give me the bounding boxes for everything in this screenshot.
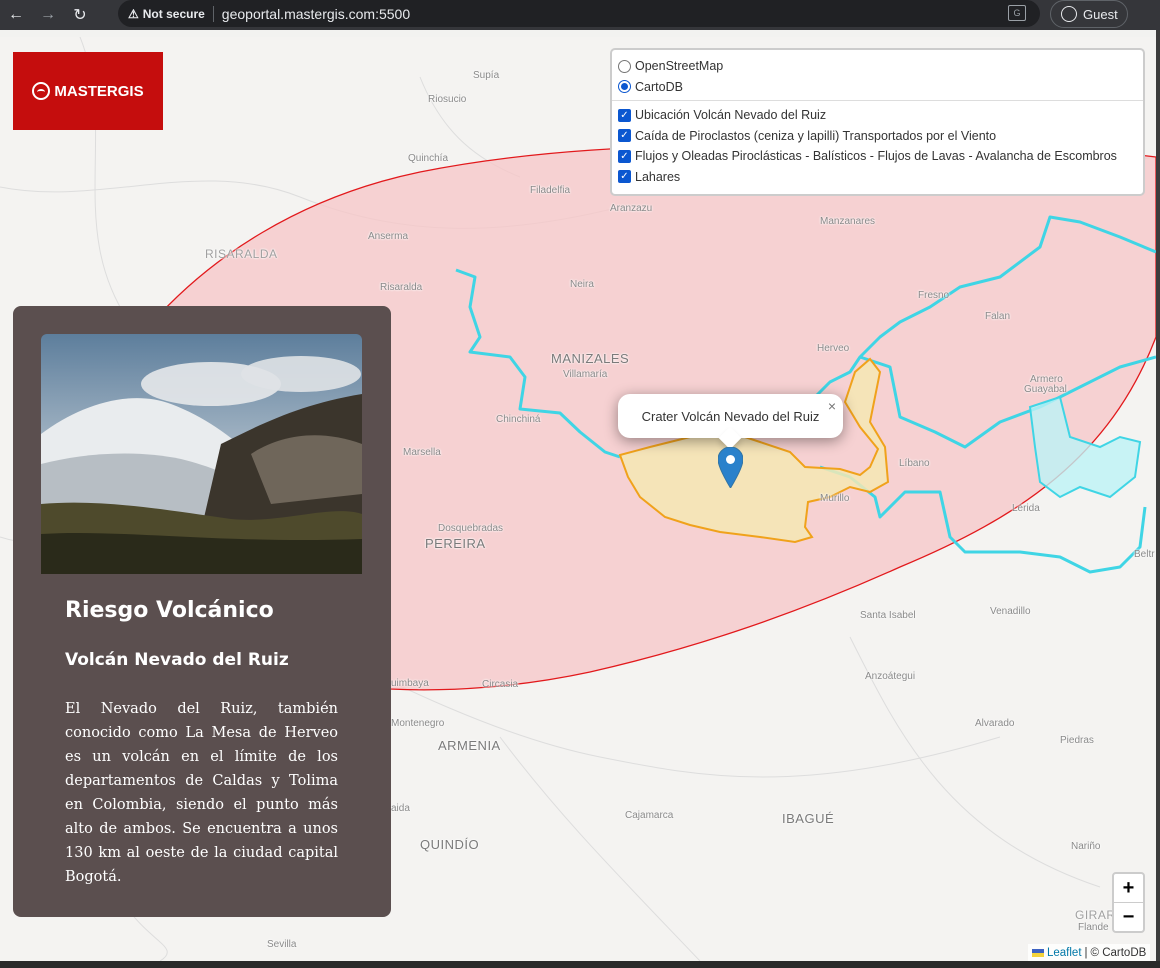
volcano-photo	[41, 334, 362, 574]
window-edge	[1156, 30, 1160, 968]
profile-label: Guest	[1083, 6, 1118, 22]
place-label: Neira	[570, 279, 594, 290]
place-label: Lérida	[1012, 503, 1040, 514]
map-marker-icon[interactable]	[718, 447, 743, 488]
base-layer-option[interactable]: CartoDB	[618, 77, 1143, 98]
place-label: Chinchiná	[496, 414, 541, 425]
place-label: Quinchía	[408, 153, 449, 164]
radio-cartodb[interactable]	[618, 80, 631, 94]
place-label: Anserma	[368, 231, 409, 242]
place-label: Venadillo	[990, 606, 1031, 617]
globe-icon	[32, 82, 51, 100]
place-label: Alvarado	[975, 718, 1015, 729]
place-label: Aranzazu	[610, 203, 653, 214]
panel-subtitle: Volcán Nevado del Ruiz	[65, 650, 289, 670]
place-label: Marsella	[403, 447, 441, 458]
forward-icon[interactable]: →	[32, 0, 64, 30]
divider	[212, 5, 214, 22]
place-label: Risaralda	[380, 282, 423, 293]
radio-openstreetmap[interactable]	[618, 59, 631, 73]
popup-text: Crater Volcán Nevado del Ruiz	[641, 408, 820, 424]
layer-control[interactable]: OpenStreetMap CartoDB ✓ Ubicación Volcán…	[610, 48, 1145, 196]
close-icon[interactable]: ×	[828, 398, 836, 414]
overlay-option[interactable]: ✓ Lahares	[618, 167, 1143, 188]
place-label: uimbaya	[391, 678, 429, 689]
checkbox-volcano-location[interactable]: ✓	[618, 108, 631, 122]
overlay-label: Ubicación Volcán Nevado del Ruiz	[635, 108, 827, 123]
info-panel: Riesgo Volcánico Volcán Nevado del Ruiz …	[13, 306, 391, 917]
place-label: Santa Isabel	[860, 610, 916, 621]
window-edge	[0, 961, 1160, 968]
place-label: Falan	[985, 311, 1011, 322]
security-label: Not secure	[142, 6, 205, 21]
reload-icon[interactable]: ↻	[64, 0, 96, 30]
logo-text: MASTERGIS	[54, 82, 144, 100]
place-label: Circasia	[482, 679, 519, 690]
base-layer-label: CartoDB	[635, 79, 683, 94]
checkbox-lahares[interactable]: ✓	[618, 170, 631, 184]
leaflet-link[interactable]: Leaflet	[1047, 947, 1082, 959]
place-label: Sevilla	[267, 939, 297, 950]
profile-button[interactable]: Guest	[1050, 0, 1128, 28]
place-label: IBAGUÉ	[782, 811, 835, 826]
place-label: Flande	[1078, 922, 1109, 933]
map-attribution: Leaflet | © CartoDB	[1028, 944, 1151, 961]
crater-popup: Crater Volcán Nevado del Ruiz ×	[618, 394, 843, 450]
place-label: Herveo	[817, 343, 850, 354]
place-label: Cajamarca	[625, 810, 674, 821]
zoom-out-button[interactable]: −	[1114, 903, 1143, 932]
place-label: Murillo	[820, 493, 850, 504]
zoom-control: + −	[1112, 872, 1145, 933]
place-label: Líbano	[899, 458, 930, 469]
checkbox-ash-fall[interactable]: ✓	[618, 129, 631, 143]
security-chip[interactable]: ⚠ Not secure	[128, 7, 205, 21]
ukraine-flag-icon	[1032, 948, 1044, 957]
back-icon[interactable]: ←	[0, 0, 32, 30]
carto-attribution: © CartoDB	[1090, 946, 1147, 959]
place-label: Montenegro	[391, 718, 445, 729]
place-label: Manzanares	[820, 216, 876, 227]
layer-separator	[612, 100, 1143, 101]
overlay-label: Caída de Piroclastos (ceniza y lapilli) …	[635, 128, 997, 143]
warning-icon: ⚠	[128, 6, 139, 21]
place-label: QUINDÍO	[420, 837, 480, 852]
overlay-option[interactable]: ✓ Ubicación Volcán Nevado del Ruiz	[618, 105, 1143, 126]
place-label: Fresno	[918, 290, 950, 301]
place-label: GIRAR	[1075, 908, 1116, 922]
place-label: RISARALDA	[205, 247, 278, 261]
mastergis-logo[interactable]: MASTERGIS	[13, 52, 163, 130]
place-label: Guayabal	[1024, 384, 1067, 395]
overlay-option[interactable]: ✓ Flujos y Oleadas Piroclásticas - Balís…	[618, 146, 1143, 167]
browser-toolbar: ← → ↻ ⚠ Not secure geoportal.mastergis.c…	[0, 0, 1160, 30]
place-label: PEREIRA	[425, 536, 486, 551]
overlay-label: Lahares	[635, 169, 681, 184]
place-label: Riosucio	[428, 94, 467, 105]
panel-title: Riesgo Volcánico	[65, 598, 274, 623]
address-bar[interactable]: ⚠ Not secure geoportal.mastergis.com:550…	[118, 0, 1040, 27]
base-layer-label: OpenStreetMap	[635, 59, 724, 74]
place-label: Beltr	[1134, 549, 1155, 560]
place-label: Villamaría	[563, 369, 608, 380]
map-container[interactable]: Supía Riosucio Quinchía Filadelfia Aranz…	[0, 37, 1156, 961]
checkbox-pyroclastic-flows[interactable]: ✓	[618, 149, 631, 163]
place-label: MANIZALES	[551, 351, 630, 366]
place-label: Filadelfia	[530, 185, 571, 196]
place-label: Piedras	[1060, 735, 1094, 746]
place-label: Anzoátegui	[865, 671, 916, 682]
profile-icon	[1061, 6, 1077, 22]
place-label: Nariño	[1071, 841, 1101, 852]
base-layer-option[interactable]: OpenStreetMap	[618, 56, 1143, 77]
zoom-in-button[interactable]: +	[1114, 874, 1143, 903]
place-label: ARMENIA	[438, 738, 501, 753]
overlay-label: Flujos y Oleadas Piroclásticas - Balísti…	[635, 149, 1117, 164]
place-label: Dosquebradas	[438, 523, 504, 534]
translate-icon[interactable]: G	[1008, 5, 1026, 21]
url-text[interactable]: geoportal.mastergis.com:5500	[222, 6, 410, 22]
place-label: aida	[391, 803, 410, 814]
overlay-option[interactable]: ✓ Caída de Piroclastos (ceniza y lapilli…	[618, 126, 1143, 147]
panel-description: El Nevado del Ruiz, también conocido com…	[65, 701, 338, 885]
place-label: Supía	[473, 70, 500, 81]
attribution-separator: |	[1084, 946, 1088, 959]
